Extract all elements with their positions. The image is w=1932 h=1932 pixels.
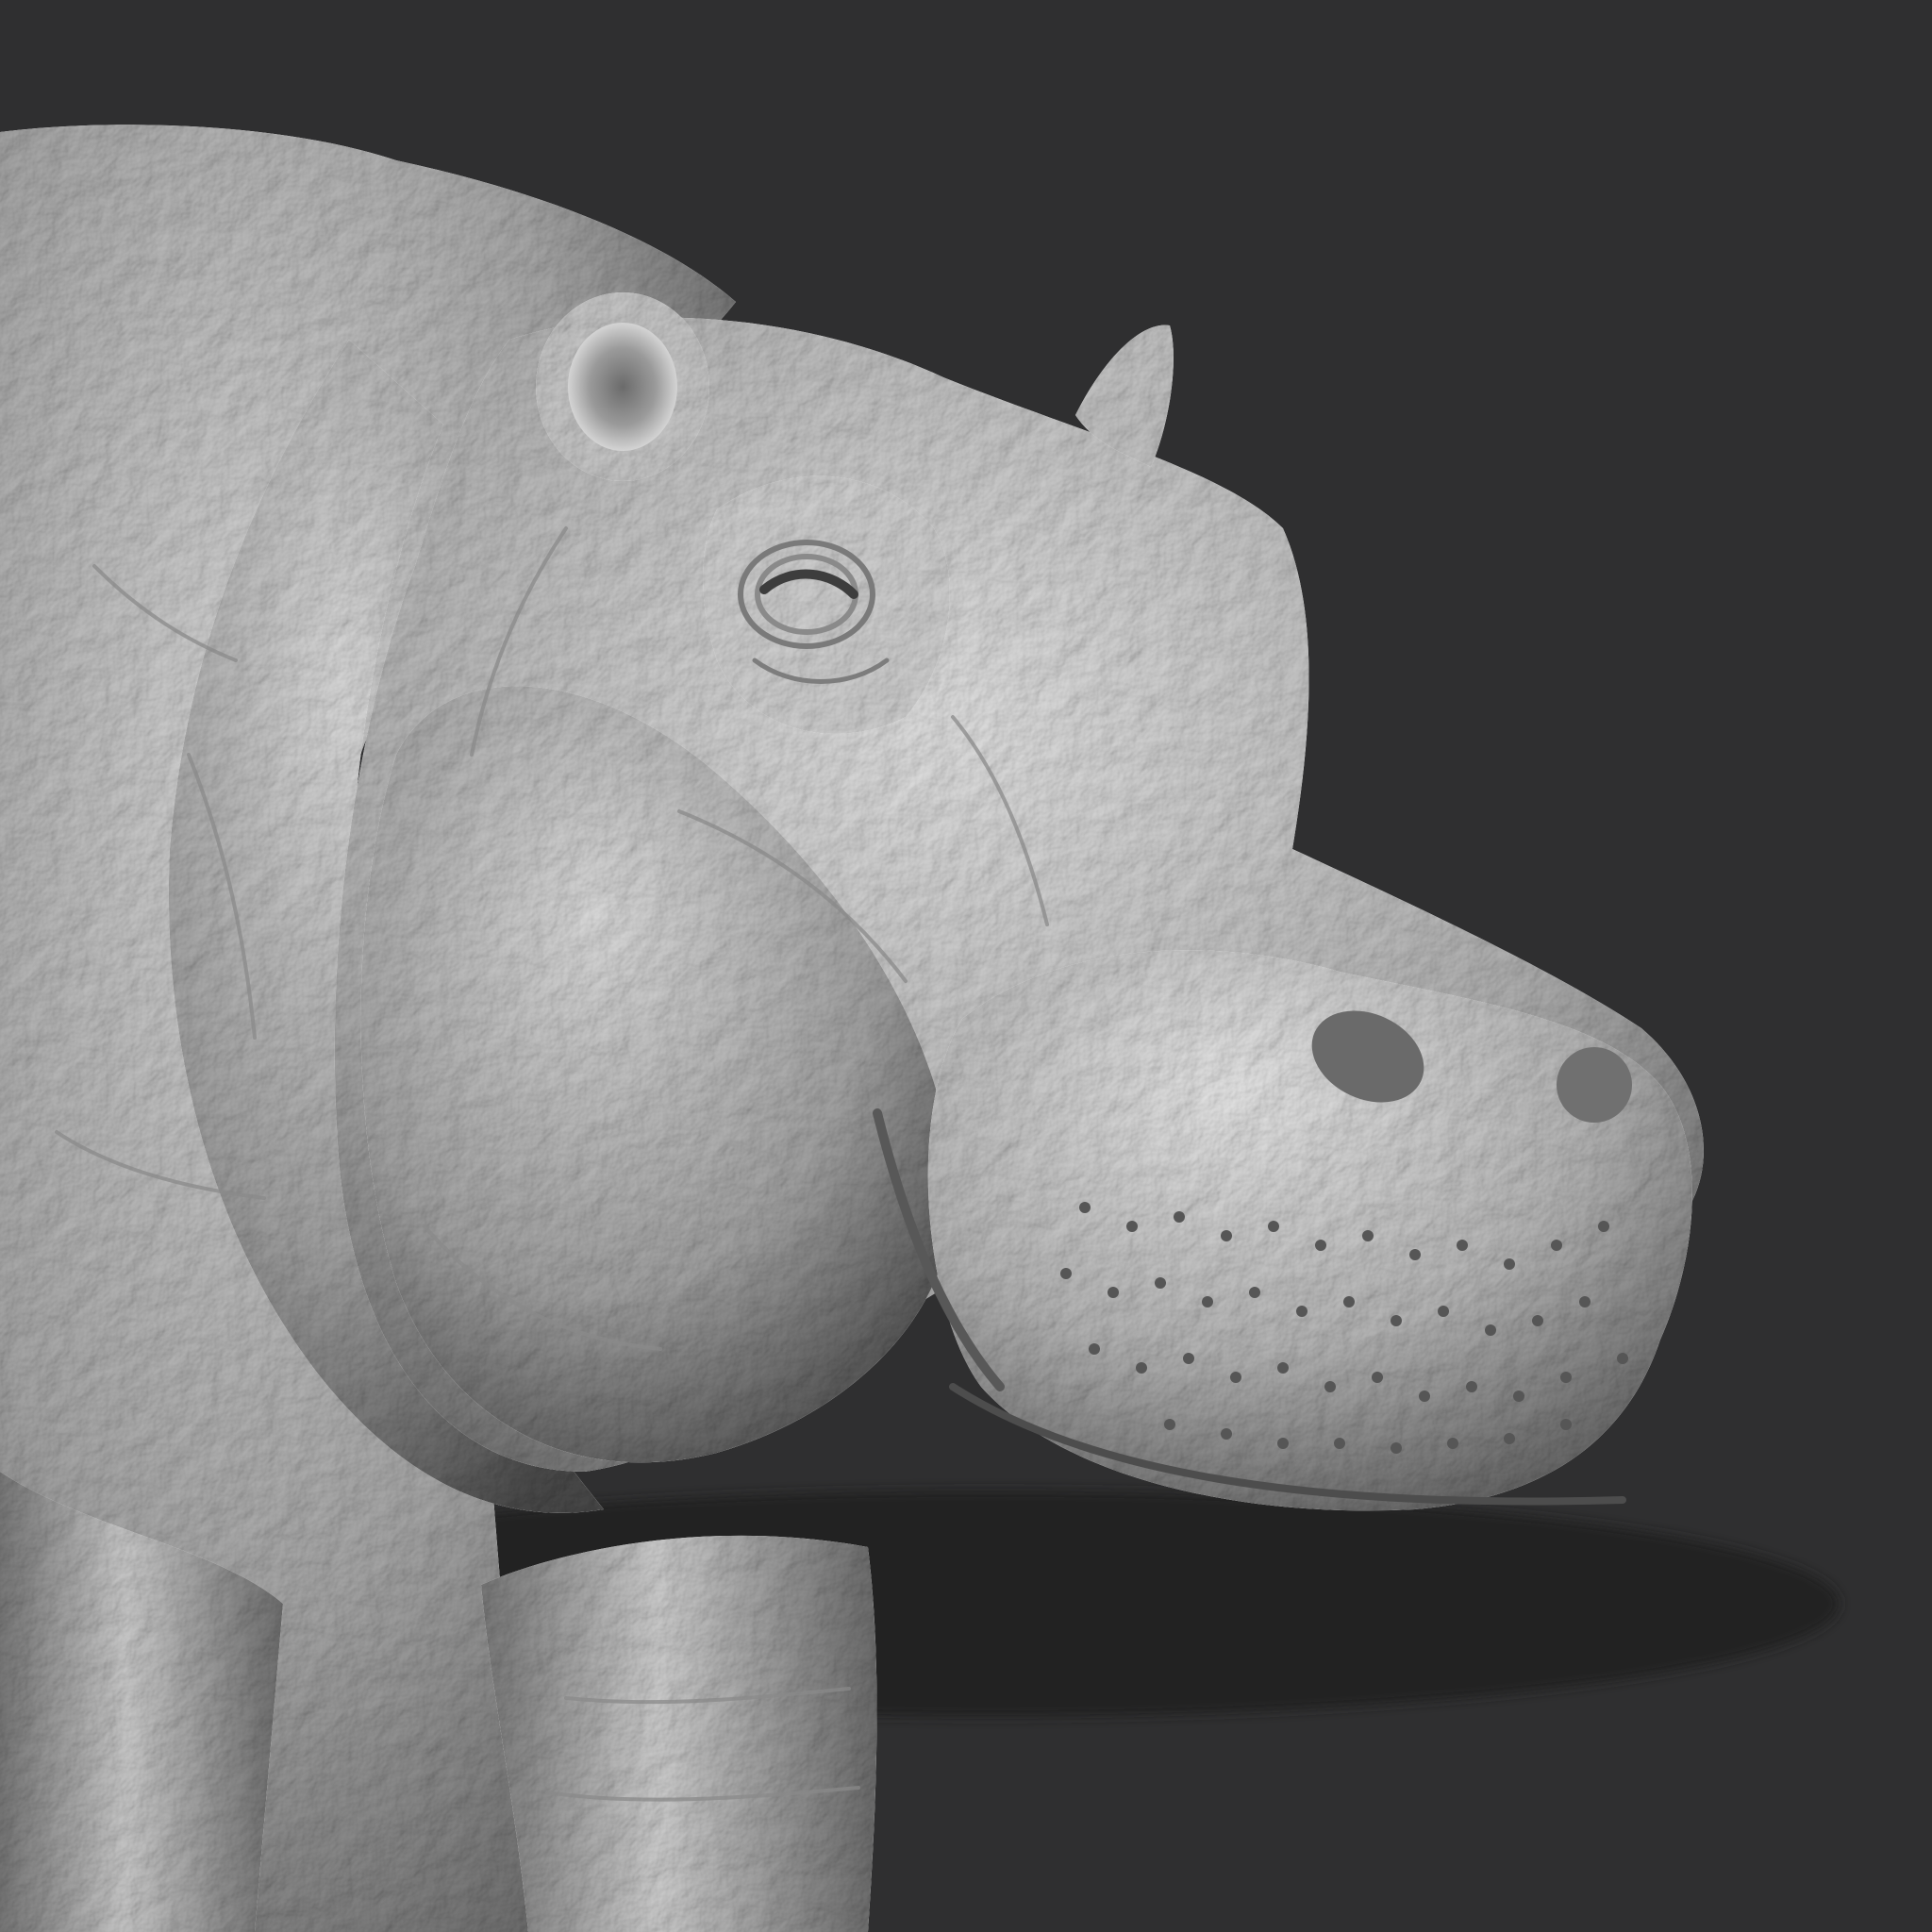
hippo-nostril-right (1557, 1047, 1632, 1123)
hippo-front-leg (481, 1535, 877, 1932)
viewport-background (0, 0, 1932, 1932)
hippo-muzzle (927, 950, 1692, 1511)
hippo-sculpt-render (0, 125, 1840, 1932)
hippo-ear-near (536, 292, 709, 481)
